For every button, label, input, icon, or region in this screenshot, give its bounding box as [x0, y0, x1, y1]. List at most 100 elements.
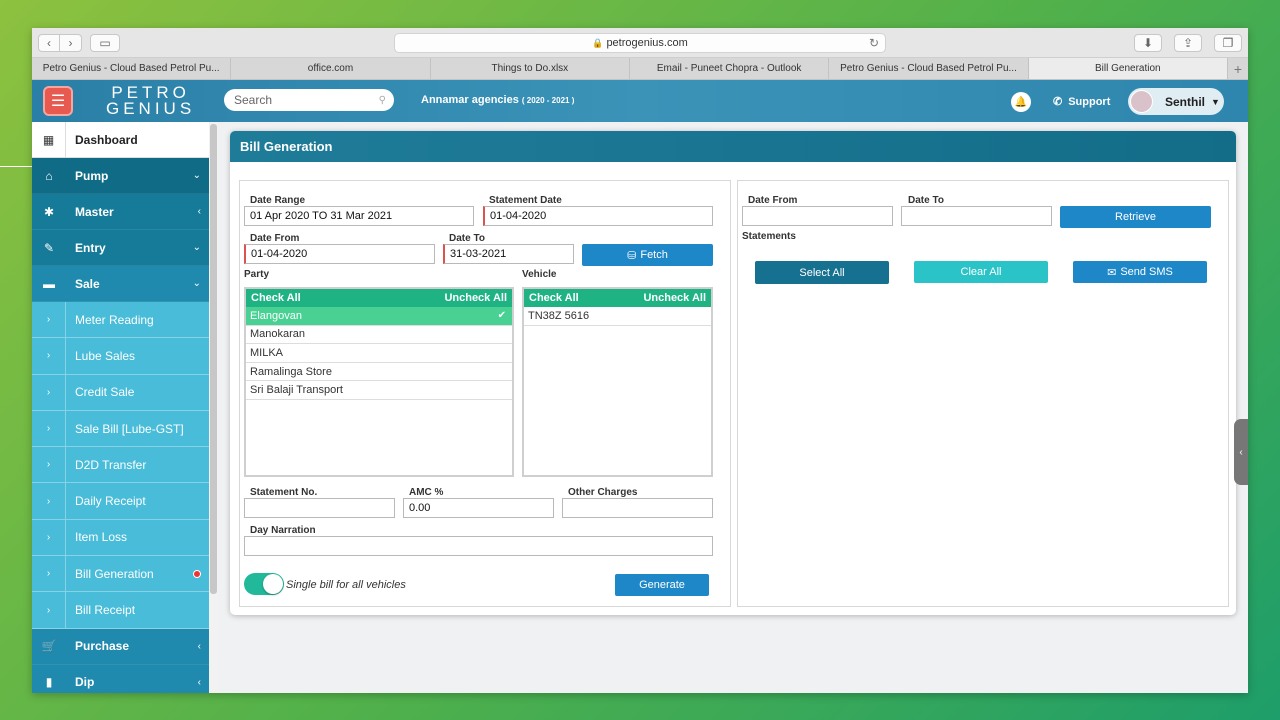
support-label: Support	[1068, 96, 1111, 108]
list-item[interactable]: Elangovan ✔	[246, 307, 512, 326]
amc-label: AMC %	[409, 487, 444, 498]
sidebar-subitem-bill-generation[interactable]: › Bill Generation	[32, 556, 209, 593]
list-item[interactable]: Ramalinga Store	[246, 363, 512, 382]
sidebar-item-label: Pump	[75, 168, 109, 183]
sidebar-item-sale[interactable]: ▬ Sale ⌄	[32, 266, 209, 302]
tabs-overview-icon[interactable]: ❐	[1214, 34, 1242, 52]
sidebar-item-label: Sale	[75, 276, 100, 291]
list-item[interactable]: Manokaran	[246, 326, 512, 345]
active-indicator	[193, 569, 201, 578]
browser-tab-active[interactable]: Bill Generation	[1028, 58, 1228, 79]
right-date-to-field[interactable]	[901, 206, 1052, 226]
check-all-vehicle[interactable]: Check All	[529, 292, 579, 304]
forward-icon[interactable]: ›	[60, 34, 82, 52]
sidebar-item-dip[interactable]: ▮ Dip ‹	[32, 664, 209, 693]
lock-icon: 🔒	[592, 37, 604, 48]
sidebar-subitem-bill-receipt[interactable]: › Bill Receipt	[32, 592, 209, 629]
chevron-right-icon: ›	[32, 302, 66, 338]
date-to-label: Date To	[449, 233, 485, 244]
app-logo: PETRO GENIUS	[106, 84, 195, 117]
browser-tab[interactable]: Things to Do.xlsx	[431, 58, 630, 79]
sidebar-subitem-d2d-transfer[interactable]: › D2D Transfer	[32, 447, 209, 484]
retrieve-button[interactable]: Retrieve	[1060, 206, 1211, 228]
sidebar-subitem-meter-reading[interactable]: › Meter Reading	[32, 302, 209, 339]
sidebar-toggle-icon[interactable]: ▭	[90, 34, 120, 52]
send-sms-button[interactable]: ✉ Send SMS	[1073, 261, 1207, 283]
list-item[interactable]: MILKA	[246, 344, 512, 363]
day-narration-field[interactable]	[244, 536, 713, 556]
search-placeholder: Search	[234, 93, 273, 107]
chevron-left-icon: ‹	[197, 640, 201, 652]
date-range-field[interactable]: 01 Apr 2020 TO 31 Mar 2021	[244, 206, 474, 226]
vehicle-list: Check All Uncheck All TN38Z 5616	[522, 287, 713, 477]
sidebar-subitem-sale-bill[interactable]: › Sale Bill [Lube-GST]	[32, 410, 209, 448]
chevron-right-icon: ›	[32, 410, 66, 447]
other-charges-label: Other Charges	[568, 487, 638, 498]
chevron-right-icon: ›	[32, 338, 66, 374]
check-icon: ✔	[497, 310, 506, 322]
party-name: Elangovan	[250, 309, 302, 322]
sidebar-subitem-lube-sales[interactable]: › Lube Sales	[32, 338, 209, 375]
download-icon[interactable]: ⬇	[1134, 34, 1162, 52]
party-name: MILKA	[250, 346, 284, 359]
pump-icon: ⌂	[45, 168, 53, 183]
company-year: ( 2020 - 2021 )	[521, 96, 575, 105]
card-icon: ▬	[43, 276, 55, 291]
party-list-header: Check All Uncheck All	[246, 289, 512, 307]
sidebar-subitem-label: Bill Generation	[75, 566, 154, 581]
statement-date-field[interactable]: 01-04-2020	[483, 206, 713, 226]
sidebar-item-entry[interactable]: ✎ Entry ⌄	[32, 230, 209, 266]
uncheck-all-vehicle[interactable]: Uncheck All	[643, 292, 706, 304]
clear-all-button[interactable]: Clear All	[914, 261, 1048, 283]
browser-tab[interactable]: Petro Genius - Cloud Based Petrol Pu...	[32, 58, 232, 79]
chevron-right-icon: ›	[32, 483, 66, 519]
sidebar-item-dashboard[interactable]: ▦ Dashboard	[32, 122, 209, 158]
amc-field[interactable]: 0.00	[403, 498, 554, 518]
single-bill-label: Single bill for all vehicles	[286, 579, 406, 591]
date-from-label: Date From	[250, 233, 300, 244]
search-input[interactable]: Search ⚲	[224, 89, 394, 111]
chevron-right-icon: ›	[32, 447, 66, 483]
browser-tab[interactable]: Email - Puneet Chopra - Outlook	[630, 58, 830, 79]
chevron-right-icon: ›	[32, 556, 66, 592]
share-icon[interactable]: ⇪	[1174, 34, 1202, 52]
list-item[interactable]: Sri Balaji Transport	[246, 381, 512, 400]
sidebar-item-purchase[interactable]: 🛒 Purchase ‹	[32, 628, 209, 665]
chevron-down-icon: ⌄	[192, 170, 201, 181]
right-date-from-field[interactable]	[742, 206, 893, 226]
sidebar-subitem-credit-sale[interactable]: › Credit Sale	[32, 374, 209, 411]
sidebar-scrollbar[interactable]	[209, 122, 218, 693]
select-all-button[interactable]: Select All	[755, 261, 889, 284]
scrollbar-thumb[interactable]	[210, 124, 217, 594]
sidebar-item-master[interactable]: ✱ Master ‹	[32, 194, 209, 230]
bell-icon[interactable]: 🔔	[1011, 92, 1031, 112]
hamburger-menu-icon[interactable]: ☰	[43, 86, 73, 116]
user-menu[interactable]: Senthil ▼	[1128, 88, 1224, 115]
single-bill-toggle[interactable]	[244, 573, 284, 595]
other-charges-field[interactable]	[562, 498, 713, 518]
support-link[interactable]: ✆ Support	[1053, 95, 1110, 108]
sidebar-item-pump[interactable]: ⌂ Pump ⌄	[32, 158, 209, 194]
fetch-button[interactable]: ⛁ Fetch	[582, 244, 713, 266]
collapse-panel-icon[interactable]: ‹	[1234, 419, 1248, 485]
sidebar-subitem-daily-receipt[interactable]: › Daily Receipt	[32, 483, 209, 520]
chevron-right-icon: ›	[32, 519, 66, 556]
check-all-party[interactable]: Check All	[251, 292, 301, 304]
new-tab-icon[interactable]: +	[1228, 58, 1248, 79]
date-to-field[interactable]: 31-03-2021	[443, 244, 574, 264]
url-text: petrogenius.com	[606, 37, 688, 49]
address-bar[interactable]: 🔒 petrogenius.com ↻	[394, 33, 886, 53]
cart-icon: 🛒	[41, 639, 57, 654]
sidebar-subitem-item-loss[interactable]: › Item Loss	[32, 519, 209, 557]
back-icon[interactable]: ‹	[38, 34, 60, 52]
date-from-field[interactable]: 01-04-2020	[244, 244, 435, 264]
generate-button[interactable]: Generate	[615, 574, 709, 596]
list-item[interactable]: TN38Z 5616	[524, 307, 711, 326]
reload-icon[interactable]: ↻	[869, 36, 879, 50]
statement-no-field[interactable]	[244, 498, 395, 518]
uncheck-all-party[interactable]: Uncheck All	[444, 292, 507, 304]
browser-tab[interactable]: Petro Genius - Cloud Based Petrol Pu...	[829, 58, 1029, 79]
sidebar-item-label: Dip	[75, 675, 95, 690]
browser-tab[interactable]: office.com	[231, 58, 431, 79]
send-sms-label: Send SMS	[1120, 266, 1173, 278]
